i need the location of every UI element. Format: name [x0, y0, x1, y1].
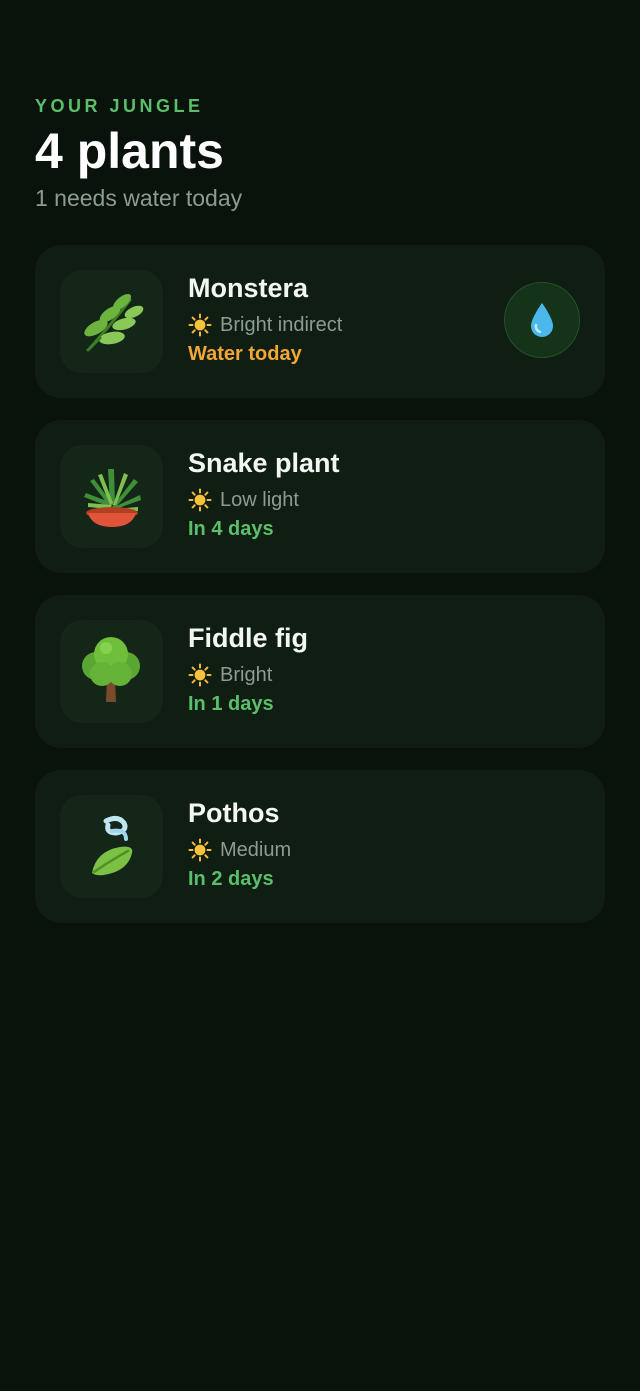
- plant-thumbnail: [60, 795, 163, 898]
- plant-light-requirement: Bright indirect: [188, 313, 342, 337]
- plant-thumbnail: [60, 270, 163, 373]
- sun-icon: [188, 663, 212, 687]
- plant-card-snake-plant[interactable]: Snake plant Low light In 4 days: [35, 420, 605, 573]
- plant-card-fiddle-fig[interactable]: Fiddle fig Bright In 1 days: [35, 595, 605, 748]
- watering-status: In 1 days: [188, 693, 274, 715]
- plant-light-requirement: Bright: [188, 663, 272, 687]
- herb-icon: [84, 293, 144, 352]
- plant-light-requirement: Medium: [188, 838, 291, 862]
- leaf-fluttering-icon: [92, 815, 133, 876]
- potted-plant-icon: [84, 469, 141, 527]
- plant-thumbnail: [60, 620, 163, 723]
- plant-name: Snake plant: [188, 448, 340, 478]
- sun-icon: [188, 838, 212, 862]
- section-eyebrow: YOUR JUNGLE: [35, 96, 204, 116]
- page-subtitle: 1 needs water today: [35, 185, 243, 211]
- watering-status: In 2 days: [188, 868, 274, 890]
- sun-icon: [188, 488, 212, 512]
- tree-icon: [82, 637, 140, 702]
- water-now-button[interactable]: [504, 282, 580, 358]
- plant-card-pothos[interactable]: Pothos Medium In 2 days: [35, 770, 605, 923]
- plant-name: Monstera: [188, 273, 309, 303]
- plant-light-requirement: Low light: [188, 488, 299, 512]
- light-label: Bright: [220, 663, 273, 686]
- light-label: Low light: [220, 488, 299, 511]
- plant-name: Pothos: [188, 798, 280, 828]
- light-label: Medium: [220, 838, 292, 861]
- plant-card-monstera[interactable]: Monstera Bright indirect Water today: [35, 245, 605, 398]
- watering-status: Water today: [188, 343, 302, 365]
- watering-status: In 4 days: [188, 518, 274, 540]
- water-drop-icon: [531, 303, 553, 337]
- plant-thumbnail: [60, 445, 163, 548]
- light-label: Bright indirect: [220, 313, 343, 336]
- sun-icon: [188, 313, 212, 337]
- page-title: 4 plants: [35, 123, 224, 179]
- plant-name: Fiddle fig: [188, 623, 308, 653]
